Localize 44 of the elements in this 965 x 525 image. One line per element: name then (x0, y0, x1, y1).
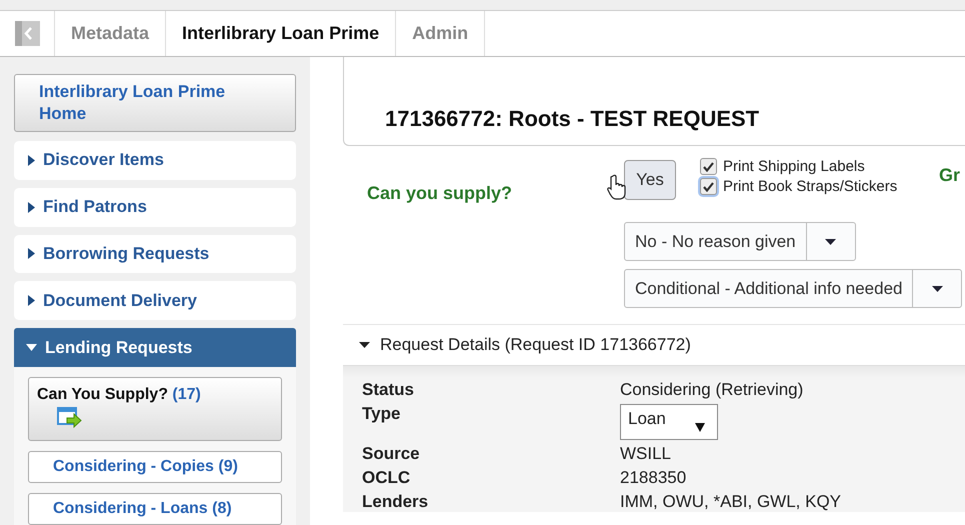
checkbox-label: Print Shipping Labels (723, 158, 865, 175)
checkbox-label: Print Book Straps/Stickers (723, 178, 898, 195)
tab[interactable]: Metadata (55, 11, 166, 56)
request-title: 171366772: Roots - TEST REQUEST (385, 106, 760, 132)
home-button[interactable]: Interlibrary Loan Prime Home (14, 74, 296, 132)
field-value: 2188350 (620, 468, 688, 488)
field-label: Lenders (362, 492, 430, 512)
sidebar-item[interactable]: Can You Supply? (17) (28, 376, 282, 441)
sidebar-section[interactable]: Lending Requests (14, 328, 296, 367)
reason-dropdown[interactable]: No - No reason given (624, 222, 856, 261)
caret-down-icon (825, 238, 836, 244)
caret-right-icon (28, 154, 35, 166)
sidebar-item[interactable]: Considering - Copies (9) (28, 450, 282, 483)
caret-down-icon (359, 342, 370, 348)
supply-question: Can you supply? (367, 182, 512, 204)
tab[interactable]: Interlibrary Loan Prime (166, 11, 396, 56)
hand-cursor-icon (607, 174, 627, 200)
caret-down-icon (932, 286, 943, 292)
sidebar-section[interactable]: Find Patrons (14, 188, 296, 227)
caret-right-icon (28, 202, 35, 213)
checkbox[interactable] (700, 158, 717, 175)
sidebar-section[interactable]: Document Delivery (14, 281, 296, 320)
sidebar-section[interactable]: Discover Items (14, 141, 296, 180)
caret-right-icon (28, 295, 35, 306)
window-arrow-icon (57, 407, 83, 430)
field-value: Considering (Retrieving) (620, 380, 804, 400)
sidebar-item[interactable]: Considering - Loans (8) (28, 492, 282, 525)
caret-right-icon (28, 248, 35, 260)
yes-button[interactable]: Yes (624, 160, 676, 200)
field-label: OCLC (362, 468, 412, 488)
reason-dropdown[interactable]: Conditional - Additional info needed (624, 269, 962, 308)
section-heading: Gr (939, 165, 960, 186)
field-label: Type (362, 404, 402, 425)
field-value: WSILL (620, 444, 672, 464)
type-select[interactable]: Loan (620, 404, 718, 440)
tab[interactable]: Admin (396, 11, 486, 56)
field-label: Source (362, 444, 421, 464)
caret-down-icon (695, 423, 705, 432)
field-value: IMM, OWU, *ABI, GWL, KQY (620, 492, 842, 512)
caret-down-icon (26, 344, 37, 352)
details-header[interactable]: Request Details (Request ID 171366772) (343, 324, 965, 366)
checkbox[interactable] (700, 178, 717, 195)
field-label: Status (362, 380, 415, 400)
sidebar-section[interactable]: Borrowing Requests (14, 234, 296, 274)
